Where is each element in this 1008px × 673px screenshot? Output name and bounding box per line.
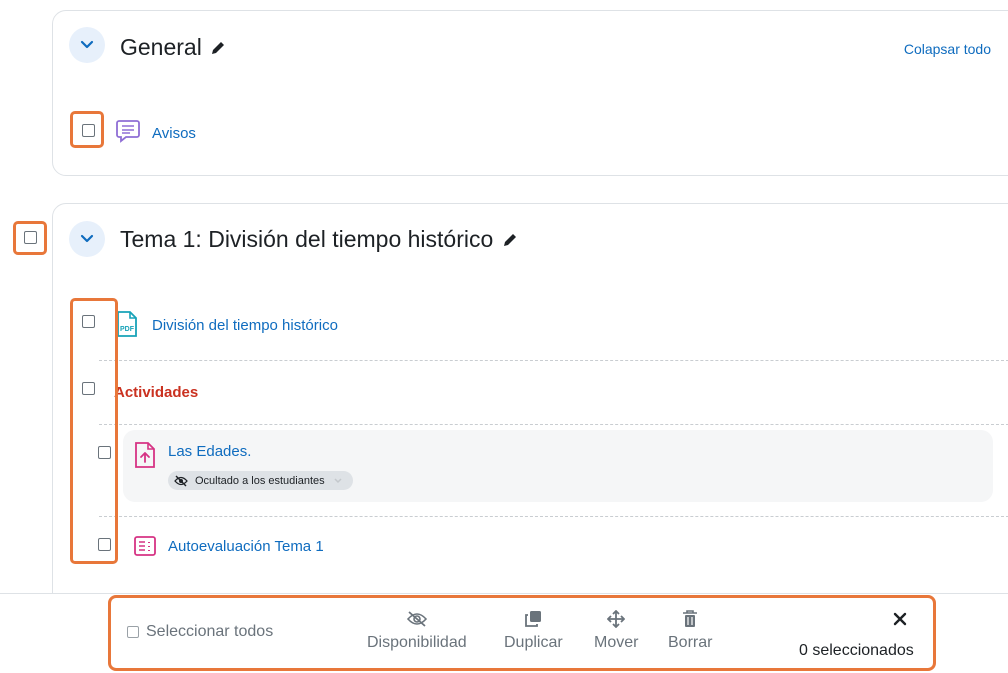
close-bulk-edit-button[interactable] xyxy=(893,612,907,631)
chevron-down-icon xyxy=(334,477,342,483)
divider xyxy=(99,360,1008,361)
bulk-availability-button[interactable]: Disponibilidad xyxy=(367,610,467,652)
hidden-from-students-badge[interactable]: Ocultado a los estudiantes xyxy=(168,471,353,490)
eye-slash-icon xyxy=(406,611,427,627)
svg-text:PDF: PDF xyxy=(120,326,135,333)
bulk-duplicate-button[interactable]: Duplicar xyxy=(504,610,563,652)
highlight-section-checkbox xyxy=(13,221,47,255)
close-icon xyxy=(893,612,907,626)
collapse-general-button[interactable] xyxy=(69,27,105,63)
hidden-activity-row xyxy=(123,430,993,502)
divider xyxy=(99,516,1008,517)
forum-icon xyxy=(116,120,140,143)
chevron-down-icon xyxy=(80,40,94,49)
divider xyxy=(99,424,1008,425)
bulk-move-button[interactable]: Mover xyxy=(594,610,638,652)
pdf-file-icon: PDF xyxy=(117,311,137,337)
section-title-tema1: Tema 1: División del tiempo histórico xyxy=(120,226,518,253)
select-all-toggle[interactable]: Seleccionar todos xyxy=(127,623,273,641)
activity-link-avisos[interactable]: Avisos xyxy=(152,125,196,142)
subsection-title-actividades[interactable]: Actividades xyxy=(114,384,198,401)
collapse-tema1-button[interactable] xyxy=(69,221,105,257)
chevron-down-icon xyxy=(80,234,94,243)
highlight-items-checkboxes xyxy=(70,298,118,564)
selected-count: 0 seleccionados xyxy=(799,642,914,659)
edit-pencil-icon[interactable] xyxy=(502,232,518,248)
move-icon xyxy=(607,610,626,628)
edit-pencil-icon[interactable] xyxy=(210,40,226,56)
activity-link-autoevaluacion[interactable]: Autoevaluación Tema 1 xyxy=(168,538,324,555)
activity-link-las-edades[interactable]: Las Edades. xyxy=(168,443,251,460)
quiz-icon xyxy=(134,536,156,556)
assignment-icon xyxy=(135,442,155,468)
activity-link-division[interactable]: División del tiempo histórico xyxy=(152,317,338,334)
eye-slash-icon xyxy=(174,475,188,486)
copy-icon xyxy=(525,611,542,627)
section-general: General Colapsar todo Avisos xyxy=(52,10,1008,176)
section-tema1: Tema 1: División del tiempo histórico PD… xyxy=(52,203,1008,623)
collapse-all-link[interactable]: Colapsar todo xyxy=(904,41,991,57)
select-all-checkbox[interactable] xyxy=(127,626,139,638)
trash-icon xyxy=(683,610,698,627)
section-title-general: General xyxy=(120,34,226,61)
highlight-avisos-checkbox xyxy=(70,111,104,148)
bulk-delete-button[interactable]: Borrar xyxy=(668,610,712,652)
